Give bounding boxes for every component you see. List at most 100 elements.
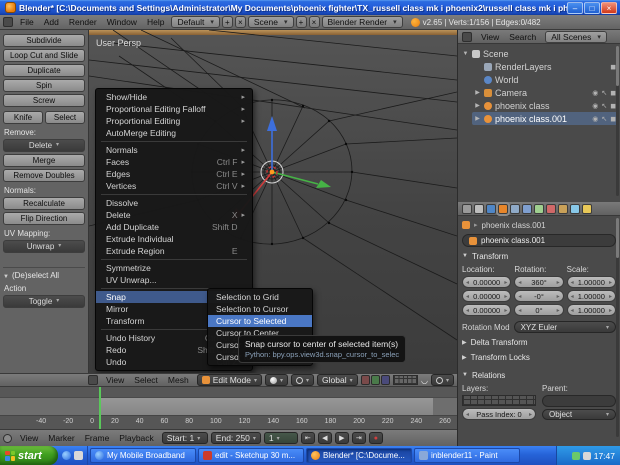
action-select[interactable]: Toggle — [3, 295, 85, 308]
location-field[interactable]: 0.00000 — [462, 276, 512, 288]
tab-scene-icon[interactable] — [474, 203, 484, 214]
menu-item[interactable]: Extrude Region E — [96, 245, 252, 257]
visibility-toggle-icon[interactable] — [592, 102, 598, 110]
flip-direction-button[interactable]: Flip Direction — [3, 212, 85, 225]
delete-menu-button[interactable]: Delete — [3, 139, 85, 152]
menu-item[interactable]: Delete X — [96, 209, 252, 221]
menu-item[interactable]: Show/Hide — [96, 91, 252, 103]
add-layout-button[interactable]: + — [221, 16, 233, 28]
submenu-item[interactable]: Cursor to Selected — [208, 315, 312, 327]
submenu-item[interactable]: Selection to Grid — [208, 291, 312, 303]
tab-world-icon[interactable] — [486, 203, 496, 214]
pivot-select[interactable] — [291, 374, 315, 386]
view3d-menu[interactable]: Select — [129, 375, 163, 385]
outliner-menu[interactable]: View — [476, 32, 504, 42]
tab-modifiers-icon[interactable] — [522, 203, 532, 214]
menubar-menu[interactable]: Help — [142, 17, 169, 27]
timeline-menu[interactable]: Frame — [80, 433, 115, 443]
jump-to-start-button[interactable] — [300, 432, 315, 444]
tab-particles-icon[interactable] — [570, 203, 580, 214]
menubar-menu[interactable]: Add — [39, 17, 64, 27]
start-frame-field[interactable]: Start: 1 — [161, 432, 208, 444]
merge-button[interactable]: Merge — [3, 154, 85, 167]
timeline-editor-icon[interactable] — [3, 433, 12, 443]
viewport-3d[interactable]: User Persp Show/Hide Proportional Editin… — [89, 30, 457, 373]
selectability-toggle-icon[interactable] — [601, 115, 607, 123]
tab-constraints-icon[interactable] — [510, 203, 520, 214]
outliner-row-camera[interactable]: Camera — [472, 86, 618, 99]
rotation-field[interactable]: 0° — [514, 304, 564, 316]
transform-panel-header[interactable]: Transform — [462, 250, 616, 262]
expander-icon[interactable] — [474, 89, 481, 96]
delete-layout-button[interactable]: × — [234, 16, 246, 28]
end-frame-field[interactable]: End: 250 — [210, 432, 261, 444]
relations-panel-header[interactable]: Relations — [462, 369, 616, 381]
outliner-display-mode-select[interactable]: All Scenes — [545, 30, 607, 43]
layers-grid[interactable] — [462, 395, 536, 406]
menubar-menu[interactable]: Render — [64, 17, 102, 27]
menu-item[interactable]: Faces Ctrl F — [96, 156, 252, 168]
view3d-menu[interactable]: View — [101, 375, 129, 385]
scale-field[interactable]: 1.00000 — [566, 290, 616, 302]
tray-status-icon[interactable] — [571, 451, 580, 460]
selectability-toggle-icon[interactable] — [601, 102, 607, 110]
outliner-row-scene[interactable]: Scene — [460, 47, 618, 60]
tab-object-data-icon[interactable] — [534, 203, 544, 214]
rotation-field[interactable]: -0° — [514, 290, 564, 302]
outliner-scrollbar[interactable] — [616, 46, 619, 197]
tab-material-icon[interactable] — [546, 203, 556, 214]
menu-item[interactable]: Add Duplicate Shift D — [96, 221, 252, 233]
shading-select[interactable] — [265, 374, 289, 386]
expander-icon[interactable] — [462, 51, 469, 57]
expander-icon[interactable] — [474, 115, 481, 122]
menu-item[interactable]: Vertices Ctrl V — [96, 180, 252, 192]
submenu-item[interactable]: Selection to Cursor — [208, 303, 312, 315]
object-name-field[interactable]: phoenix class.001 — [462, 234, 616, 247]
task-button-sketchup[interactable]: edit - Sketchup 30 m... — [198, 448, 304, 463]
rotate-manipulator-icon[interactable] — [370, 375, 380, 385]
rotation-field[interactable]: 360° — [514, 276, 564, 288]
timeline-canvas[interactable]: -40 -20 0 20 40 60 80 100 120 140 160 180 200 220 240 2… — [0, 387, 457, 429]
visibility-toggle-icon[interactable] — [592, 89, 598, 97]
outliner-row-phoenix-class-001[interactable]: phoenix class.001 — [472, 112, 618, 125]
toolshelf-button[interactable]: Screw — [3, 94, 85, 107]
task-button-paint[interactable]: inblender11 - Paint — [414, 448, 520, 463]
select-button[interactable]: Select — [45, 111, 85, 124]
close-button[interactable] — [601, 1, 617, 14]
quick-launch-desktop-icon[interactable] — [74, 451, 83, 460]
menu-item[interactable]: Dissolve — [96, 197, 252, 209]
manipulator-toggles[interactable] — [360, 375, 390, 385]
menu-item[interactable]: Normals — [96, 144, 252, 156]
snap-element-select[interactable] — [430, 374, 454, 386]
parent-type-select[interactable]: Object — [542, 409, 616, 420]
add-scene-button[interactable]: + — [295, 16, 307, 28]
screen-layout-select[interactable]: Default — [171, 16, 220, 28]
task-button-broadband[interactable]: My Mobile Broadband — [90, 448, 196, 463]
scale-field[interactable]: 1.00000 — [566, 304, 616, 316]
menubar-menu[interactable]: File — [15, 17, 39, 27]
view3d-editor-icon[interactable] — [88, 375, 98, 385]
tab-physics-icon[interactable] — [582, 203, 592, 214]
info-editor-icon[interactable] — [3, 17, 13, 27]
pass-index-field[interactable]: Pass Index: 0 — [462, 408, 536, 420]
parent-field[interactable] — [542, 395, 616, 407]
mode-select[interactable]: Edit Mode — [196, 374, 262, 386]
play-reverse-button[interactable] — [317, 432, 332, 444]
outliner-row-phoenix-class[interactable]: phoenix class — [472, 99, 618, 112]
location-field[interactable]: 0.00000 — [462, 304, 512, 316]
outliner-menu[interactable]: Search — [504, 32, 541, 42]
window-titlebar[interactable]: Blender* [C:\Documents and Settings\Admi… — [0, 0, 620, 15]
outliner-editor-icon[interactable] — [462, 31, 472, 42]
scene-select[interactable]: Scene — [247, 16, 294, 28]
scale-manipulator-icon[interactable] — [380, 375, 390, 385]
menu-item[interactable]: UV Unwrap... — [96, 274, 252, 286]
quick-launch-browser-icon[interactable] — [62, 451, 71, 460]
menu-item[interactable]: Symmetrize — [96, 262, 252, 274]
collapsed-panel-header[interactable]: Delta Transform — [462, 336, 616, 348]
expander-icon[interactable] — [474, 102, 481, 109]
outliner-row-renderlayers[interactable]: RenderLayers — [472, 60, 618, 73]
translate-manipulator-icon[interactable] — [360, 375, 370, 385]
minimize-button[interactable] — [567, 1, 583, 14]
current-frame-field[interactable]: 1 — [263, 432, 298, 444]
outliner-row-world[interactable]: World — [472, 73, 618, 86]
